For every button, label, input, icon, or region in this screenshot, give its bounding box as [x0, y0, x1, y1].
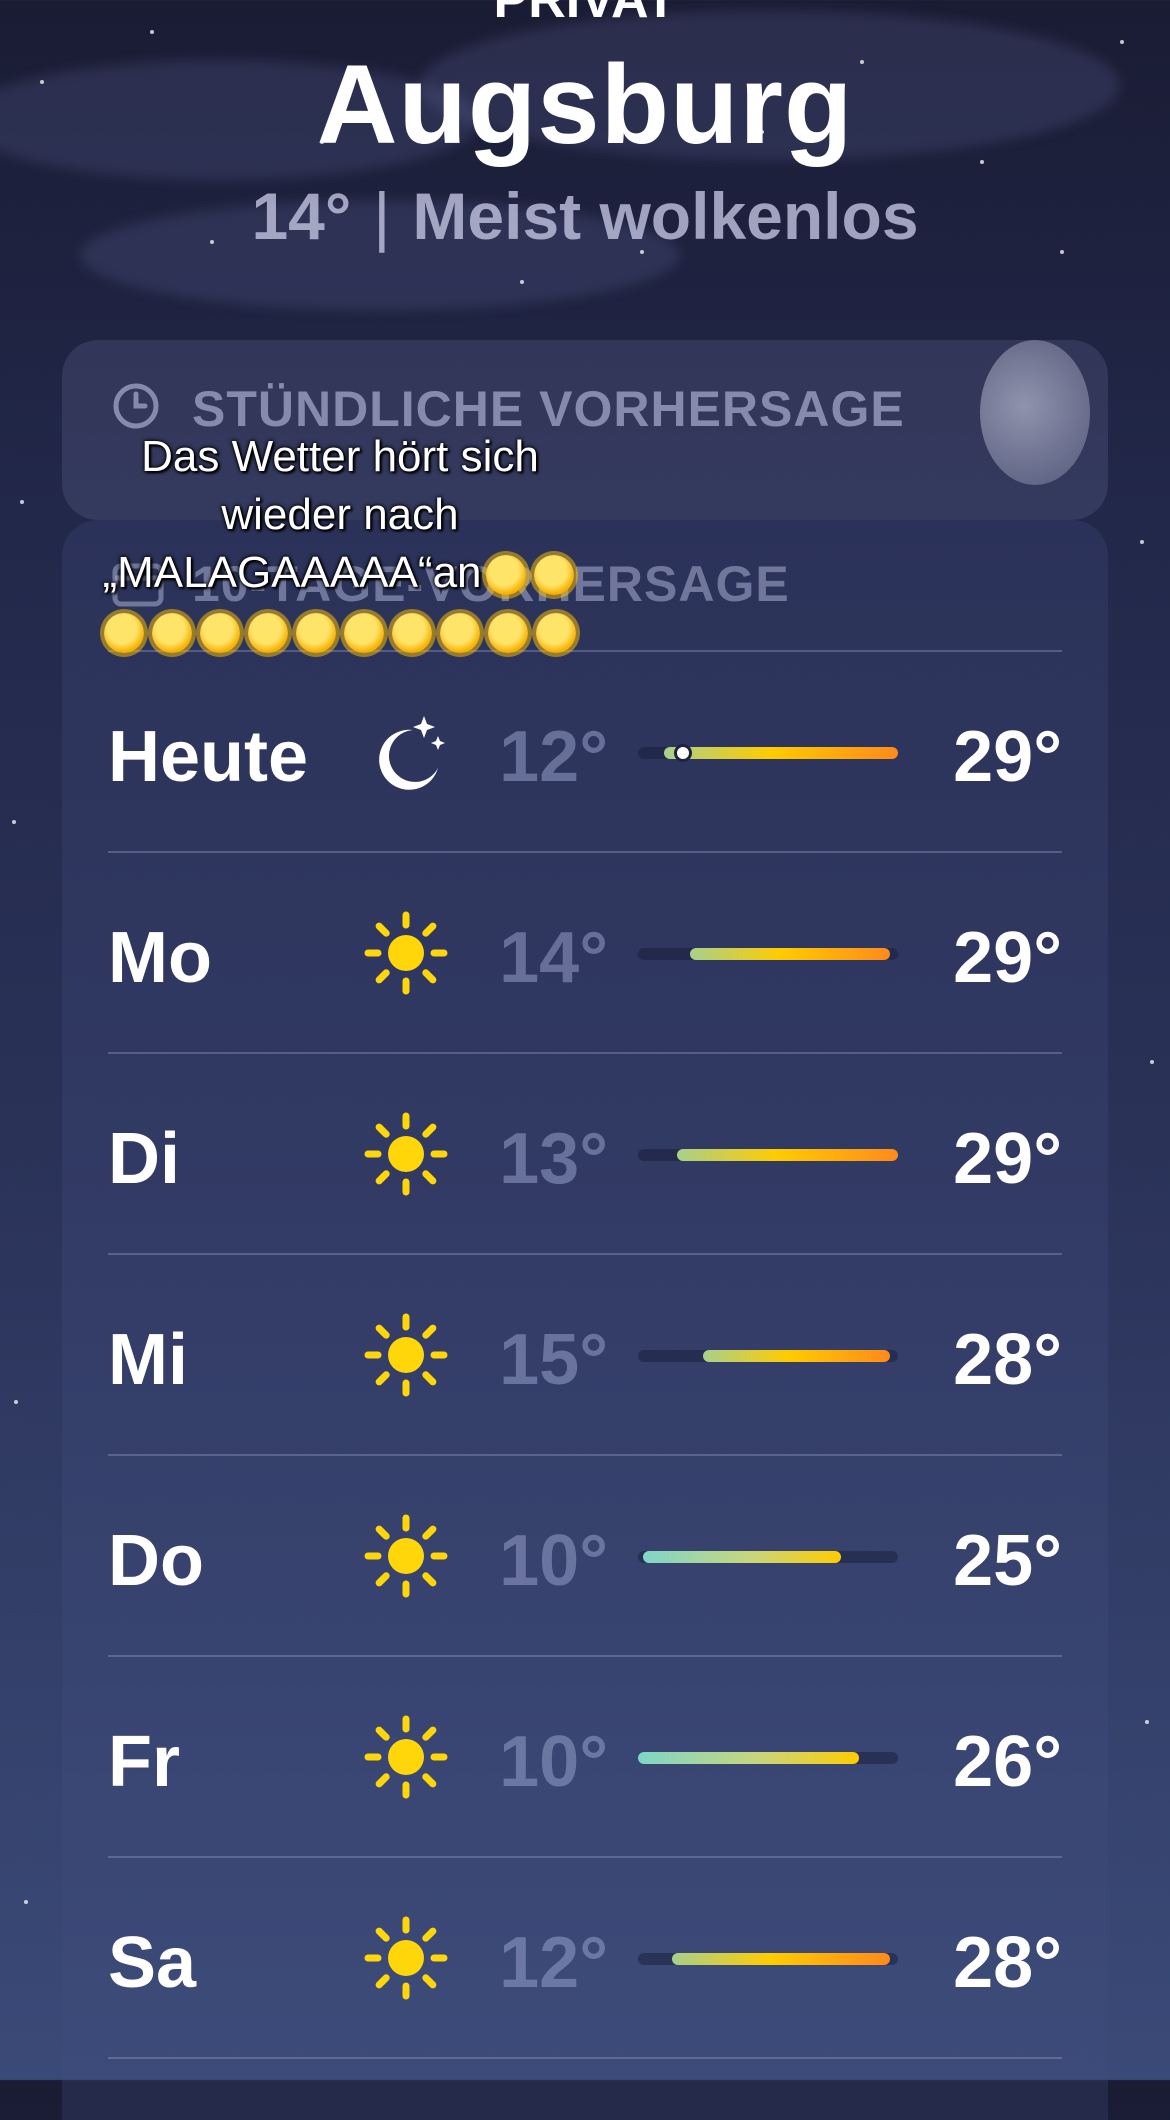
forecast-row-mi[interactable]: Mi 15° 28° — [108, 1253, 1062, 1454]
sun-emoji-icon — [104, 613, 144, 654]
sun-emoji-icon — [392, 613, 432, 654]
sun-icon — [358, 1307, 454, 1403]
forecast-low-temp: 10° — [499, 1521, 608, 1601]
forecast-low-temp: 12° — [499, 1923, 608, 2003]
temperature-range-fill — [643, 1551, 841, 1563]
current-summary: 14° | Meist wolkenlos — [0, 178, 1170, 254]
location-label: PRIVAT — [493, 0, 677, 29]
sun-emoji-icon — [533, 555, 574, 596]
sun-emoji-icon — [488, 613, 528, 654]
forecast-row-fr[interactable]: Fr 10° 26° — [108, 1655, 1062, 1856]
sun-icon — [358, 1106, 454, 1202]
sun-emoji-icon — [536, 613, 576, 654]
summary-separator: | — [373, 179, 391, 253]
current-condition: Meist wolkenlos — [412, 179, 919, 253]
forecast-row-heute[interactable]: Heute 12° 29° — [108, 650, 1062, 851]
forecast-day-label: Di — [108, 1119, 180, 1199]
forecast-day-label: Fr — [108, 1722, 180, 1802]
sun-icon — [358, 1508, 454, 1604]
sun-emoji-icon — [344, 613, 384, 654]
sun-emoji-icon — [152, 613, 192, 654]
temperature-range-fill — [664, 747, 898, 759]
forecast-low-temp: 10° — [499, 1722, 608, 1802]
sun-emoji-icon — [440, 613, 480, 654]
sun-icon — [358, 905, 454, 1001]
sun-emoji-icon — [485, 555, 526, 596]
forecast-high-temp: 29° — [953, 918, 1062, 998]
temperature-range-bar — [638, 1350, 898, 1362]
temperature-range-bar — [638, 1752, 898, 1764]
forecast-list: Heute 12° 29° Mo 14° 29° Di 13° 29° Mi 15° 28° Do 10°… — [108, 650, 1062, 2059]
current-temperature: 14° — [251, 179, 352, 253]
temperature-range-fill — [638, 1752, 859, 1764]
forecast-day-label: Sa — [108, 1923, 197, 2003]
sun-emoji-icon — [200, 613, 240, 654]
forecast-day-label: Mo — [108, 918, 212, 998]
temperature-range-bar — [638, 744, 898, 762]
forecast-row-sa[interactable]: Sa 12° 28° — [108, 1856, 1062, 2057]
story-text-sticker: Das Wetter hört sich wieder nach „MALAGA… — [70, 428, 610, 660]
forecast-high-temp: 28° — [953, 1320, 1062, 1400]
temperature-range-bar — [638, 1149, 898, 1161]
current-temp-indicator — [673, 744, 692, 762]
sun-emoji-icon — [296, 613, 336, 654]
moon-stars-icon — [358, 704, 454, 800]
temperature-range-fill — [671, 1953, 891, 1965]
forecast-low-temp: 13° — [499, 1119, 608, 1199]
forecast-high-temp: 28° — [953, 1923, 1062, 2003]
sticker-line: Das Wetter hört sich — [141, 432, 539, 481]
forecast-low-temp: 14° — [499, 918, 608, 998]
forecast-low-temp: 12° — [499, 717, 608, 797]
temperature-range-bar — [638, 1551, 898, 1563]
temperature-range-bar — [638, 948, 898, 960]
forecast-high-temp: 29° — [953, 1119, 1062, 1199]
sun-emoji-icon — [248, 613, 288, 654]
sticker-sun-row — [70, 602, 610, 660]
temperature-range-fill — [690, 948, 891, 960]
sticker-line: wieder nach — [221, 490, 459, 539]
sticker-line: „MALAGAAAAA“an — [70, 544, 610, 602]
forecast-row-mo[interactable]: Mo 14° 29° — [108, 851, 1062, 1052]
forecast-day-label: Do — [108, 1521, 204, 1601]
forecast-day-label: Heute — [108, 717, 309, 797]
city-name: Augsburg — [316, 42, 854, 167]
forecast-day-label: Mi — [108, 1320, 188, 1400]
temperature-range-fill — [677, 1149, 898, 1161]
forecast-high-temp: 26° — [953, 1722, 1062, 1802]
forecast-row-di[interactable]: Di 13° 29° — [108, 1052, 1062, 1253]
sun-icon — [358, 1910, 454, 2006]
temperature-range-bar — [638, 1953, 898, 1965]
moon-image — [980, 340, 1090, 485]
forecast-low-temp: 15° — [499, 1320, 608, 1400]
sun-icon — [358, 1709, 454, 1805]
temperature-range-fill — [703, 1350, 891, 1362]
forecast-row-do[interactable]: Do 10° 25° — [108, 1454, 1062, 1655]
forecast-high-temp: 29° — [953, 717, 1062, 797]
forecast-high-temp: 25° — [953, 1521, 1062, 1601]
list-divider — [108, 2057, 1062, 2059]
